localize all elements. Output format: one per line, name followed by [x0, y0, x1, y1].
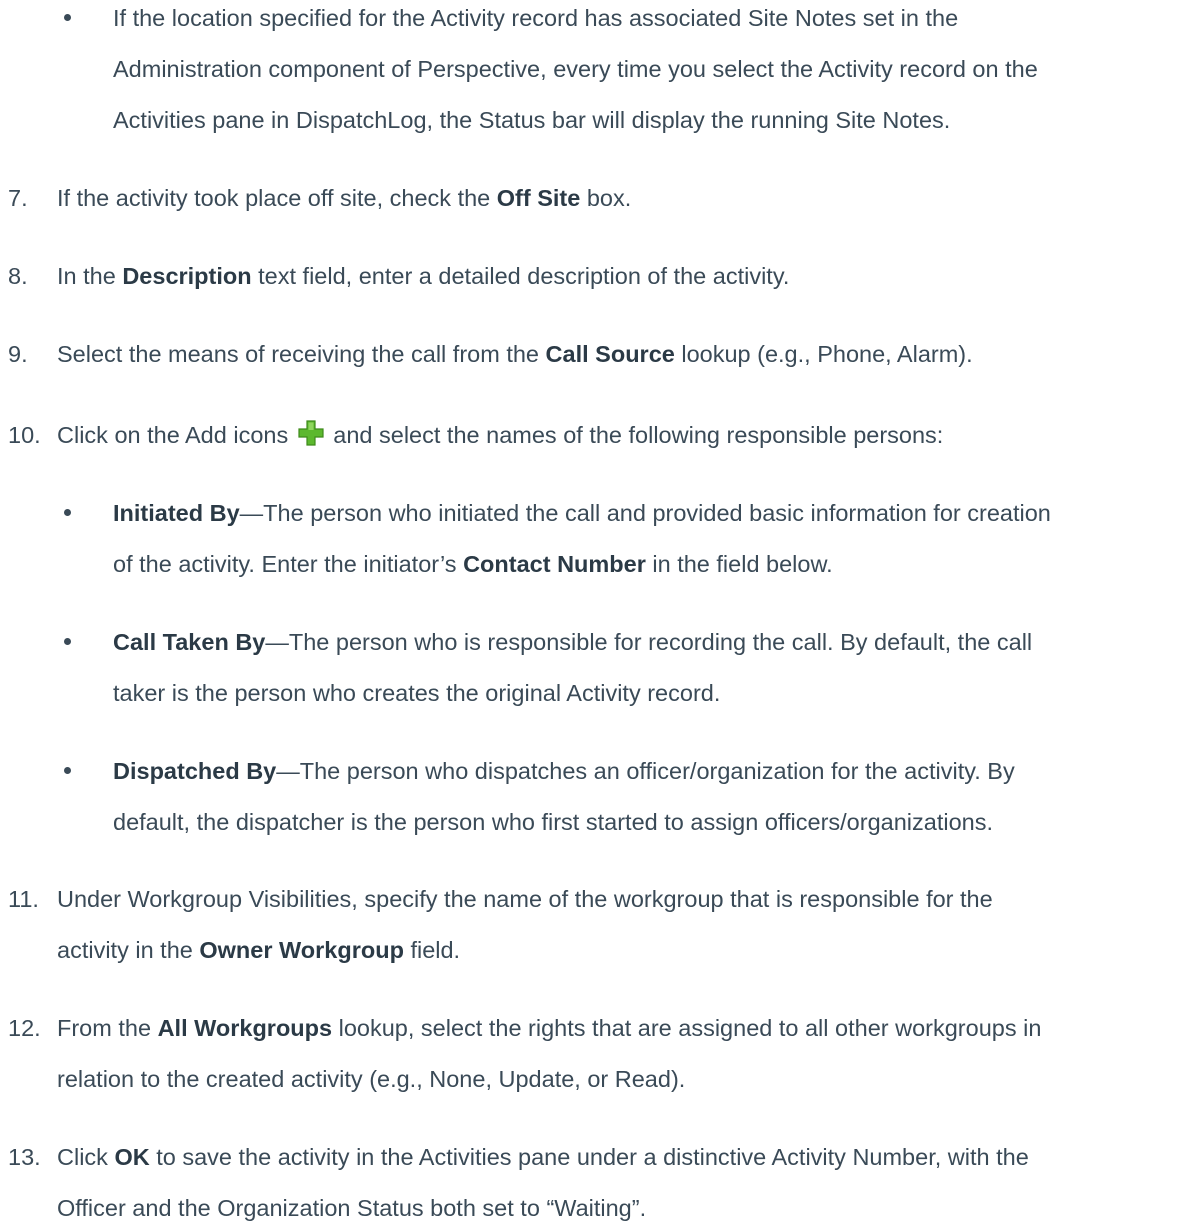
- step-9-text: Select the means of receiving the call f…: [57, 341, 973, 367]
- step-7-text: If the activity took place off site, che…: [57, 185, 632, 211]
- dispatched-by-line-1: Dispatched By—The person who dispatches …: [113, 758, 1015, 784]
- description-label: Description: [122, 263, 252, 289]
- call-source-label: Call Source: [545, 341, 675, 367]
- step-13-line-1: Click OK to save the activity in the Act…: [57, 1144, 1029, 1170]
- bullet-marker: [64, 638, 71, 645]
- step-11-line-2: activity in the Owner Workgroup field.: [57, 937, 461, 963]
- initiated-by-line-2: of the activity. Enter the initiator’s C…: [113, 551, 833, 577]
- call-taken-by-line-2: taker is the person who creates the orig…: [113, 680, 721, 706]
- initiated-by-label: Initiated By: [113, 500, 240, 526]
- site-notes-line-2: Administration component of Perspective,…: [113, 56, 1038, 82]
- step-number: 10.: [8, 422, 41, 448]
- step-8-text: In the Description text field, enter a d…: [57, 263, 790, 289]
- call-taken-by-label: Call Taken By: [113, 629, 266, 655]
- call-taken-by-line-1: Call Taken By—The person who is responsi…: [113, 629, 1033, 655]
- bullet-marker: [64, 767, 71, 774]
- initiated-by-line-1: Initiated By—The person who initiated th…: [113, 500, 1051, 526]
- add-plus-icon: [298, 420, 324, 455]
- site-notes-line-3: Activities pane in DispatchLog, the Stat…: [113, 107, 951, 133]
- step-11-line-1: Under Workgroup Visibilities, specify th…: [57, 886, 993, 912]
- contact-number-label: Contact Number: [463, 551, 646, 577]
- step-12-line-1: From the All Workgroups lookup, select t…: [57, 1015, 1042, 1041]
- step-number: 9.: [8, 341, 28, 367]
- step-number: 13.: [8, 1144, 41, 1170]
- step-number: 7.: [8, 185, 28, 211]
- dispatched-by-label: Dispatched By: [113, 758, 277, 784]
- off-site-label: Off Site: [496, 185, 581, 211]
- step-number: 12.: [8, 1015, 41, 1041]
- step-12-line-2: relation to the created activity (e.g., …: [57, 1066, 686, 1092]
- step-10-text: Click on the Add icons and select the na…: [57, 418, 943, 455]
- owner-workgroup-label: Owner Workgroup: [199, 937, 404, 963]
- dispatched-by-line-2: default, the dispatcher is the person wh…: [113, 809, 993, 835]
- step-number: 11.: [8, 886, 39, 912]
- bullet-marker: [64, 14, 71, 21]
- all-workgroups-label: All Workgroups: [157, 1015, 333, 1041]
- site-notes-line-1: If the location specified for the Activi…: [113, 5, 959, 31]
- bullet-marker: [64, 509, 71, 516]
- step-number: 8.: [8, 263, 28, 289]
- ok-label: OK: [114, 1144, 150, 1170]
